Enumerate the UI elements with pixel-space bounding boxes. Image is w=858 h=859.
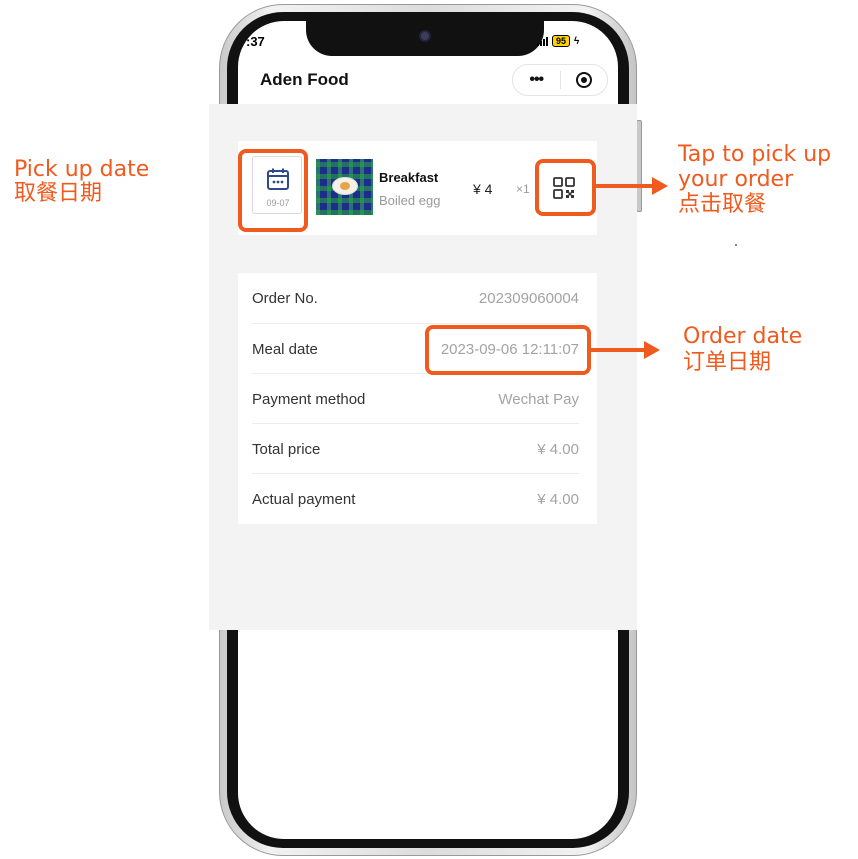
egg-icon <box>332 177 358 195</box>
order-date-annotation: Order date 订单日期 <box>683 324 802 376</box>
item-name: Breakfast <box>379 170 439 185</box>
pickup-annotation-zh: 取餐日期 <box>14 181 103 206</box>
detail-row-payment-method: Payment method Wechat Pay <box>252 374 579 424</box>
order-date-annotation-zh: 订单日期 <box>683 350 772 375</box>
close-target-button[interactable] <box>560 72 607 88</box>
stray-dot <box>735 244 737 246</box>
food-image <box>316 159 373 215</box>
detail-label: Meal date <box>252 340 318 358</box>
target-icon <box>575 72 592 88</box>
tap-annotation-line1: Tap to pick up <box>678 142 832 167</box>
more-icon[interactable]: ••• <box>513 71 560 89</box>
detail-label: Order No. <box>252 289 318 307</box>
detail-label: Total price <box>252 440 321 458</box>
meal-date-highlight <box>425 325 591 375</box>
order-date-annotation-en: Order date <box>683 324 803 349</box>
tap-annotation-zh: 点击取餐 <box>678 192 767 217</box>
detail-value: Wechat Pay <box>498 390 579 408</box>
item-quantity: ×1 <box>516 182 530 196</box>
pickup-date-highlight <box>238 149 308 232</box>
detail-row-order-no: Order No. 202309060004 <box>252 273 579 323</box>
detail-value: ¥ 4.00 <box>537 440 579 458</box>
qr-button-highlight <box>535 159 596 216</box>
signal-icon <box>537 36 548 46</box>
item-description: Boiled egg <box>379 193 441 208</box>
camera-icon <box>419 30 431 42</box>
qr-arrow-line <box>596 184 654 188</box>
mini-program-capsule: ••• <box>512 64 608 96</box>
pickup-date-annotation: Pick up date 取餐日期 <box>14 158 149 206</box>
detail-label: Payment method <box>252 390 366 408</box>
detail-row-actual-payment: Actual payment ¥ 4.00 <box>252 474 579 524</box>
page-title: Aden Food <box>260 70 349 89</box>
pickup-annotation-en: Pick up date <box>14 157 150 182</box>
tap-pickup-annotation: Tap to pick up your order 点击取餐 <box>678 142 831 217</box>
detail-value: 202309060004 <box>478 289 579 307</box>
battery-icon: 95 <box>552 35 571 47</box>
order-date-arrow-line <box>591 348 645 352</box>
charging-icon: ϟ <box>574 35 580 47</box>
detail-value: ¥ 4.00 <box>537 490 579 508</box>
order-date-arrow-head <box>644 341 660 359</box>
detail-label: Actual payment <box>252 490 356 508</box>
qr-arrow-head <box>652 177 668 195</box>
status-time: :37 <box>246 34 265 49</box>
tap-annotation-line2: your order <box>678 167 794 192</box>
status-indicators: 95 ϟ <box>537 35 579 47</box>
detail-row-total-price: Total price ¥ 4.00 <box>252 424 579 474</box>
item-price: ¥ 4 <box>473 181 493 197</box>
